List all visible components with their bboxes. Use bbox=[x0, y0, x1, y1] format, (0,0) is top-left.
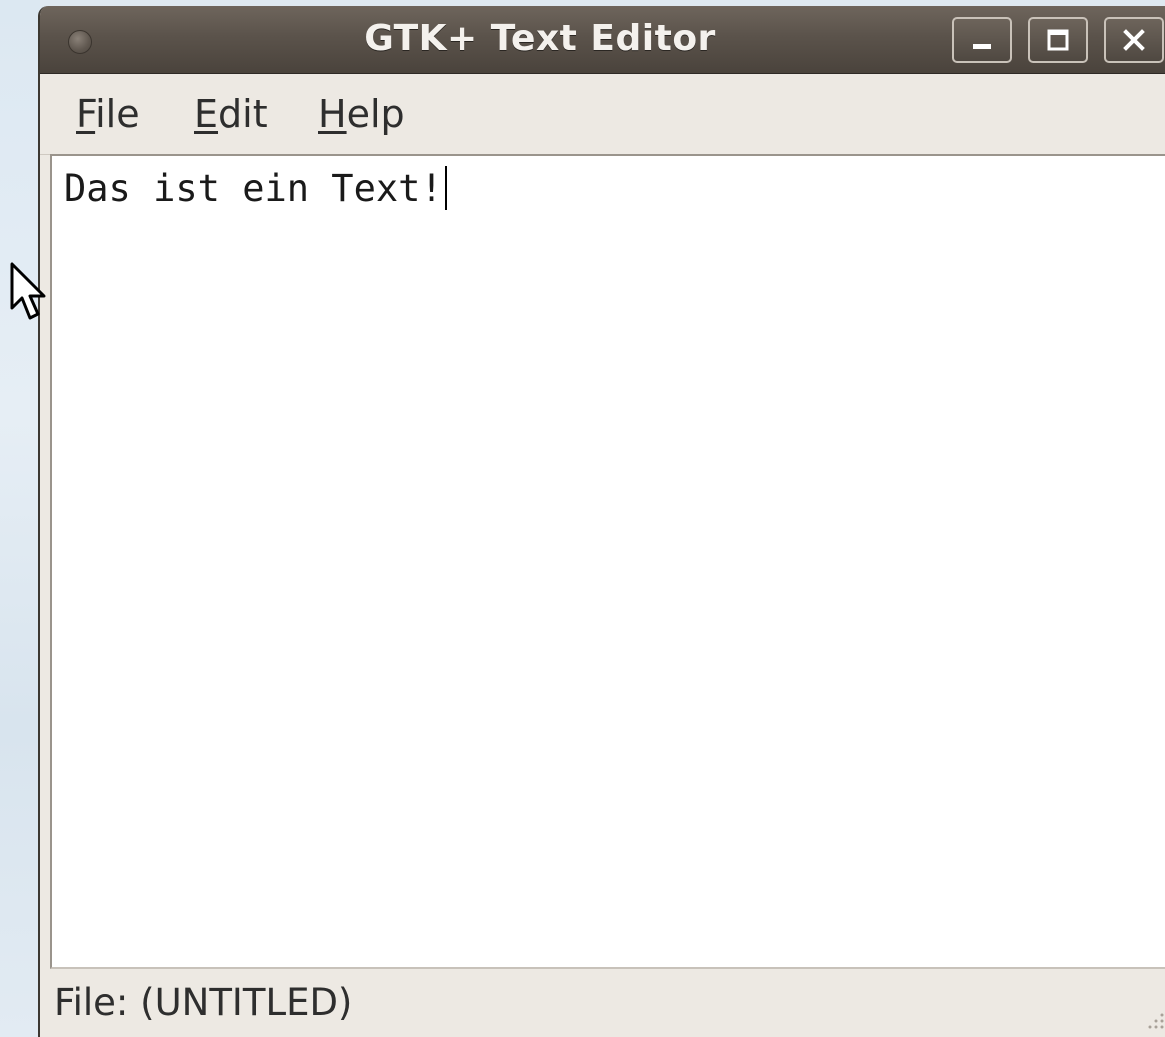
menu-edit-mnemonic: E bbox=[194, 92, 219, 136]
text-caret bbox=[444, 166, 447, 210]
resize-grip-icon[interactable] bbox=[1140, 1007, 1165, 1033]
close-icon bbox=[1123, 29, 1145, 51]
mouse-pointer-icon bbox=[10, 262, 46, 320]
menu-help[interactable]: Help bbox=[312, 92, 411, 136]
menu-edit[interactable]: Edit bbox=[188, 92, 274, 136]
editor-content[interactable]: Das ist ein Text! bbox=[64, 166, 447, 210]
maximize-button[interactable] bbox=[1028, 17, 1088, 63]
menu-help-mnemonic: H bbox=[318, 92, 347, 136]
desktop-background bbox=[0, 0, 40, 1037]
menu-file-label: ile bbox=[95, 92, 140, 136]
menubar: File Edit Help bbox=[40, 74, 1165, 155]
menu-edit-label: dit bbox=[218, 92, 268, 136]
statusbar: File: (UNTITLED) bbox=[40, 971, 1165, 1037]
menu-help-label: elp bbox=[346, 92, 405, 136]
maximize-icon bbox=[1047, 29, 1069, 51]
menu-file[interactable]: File bbox=[70, 92, 146, 136]
editor-text: Das ist ein Text! bbox=[64, 167, 443, 210]
close-button[interactable] bbox=[1104, 17, 1164, 63]
minimize-button[interactable] bbox=[952, 17, 1012, 63]
minimize-icon bbox=[973, 44, 991, 49]
window-titlebar[interactable]: GTK+ Text Editor bbox=[40, 6, 1165, 74]
text-editor-area[interactable]: Das ist ein Text! bbox=[50, 154, 1165, 969]
menu-file-mnemonic: F bbox=[76, 92, 96, 136]
status-file-label: File: (UNTITLED) bbox=[54, 981, 353, 1024]
text-editor-window: GTK+ Text Editor File Edit Help Das ist … bbox=[38, 6, 1165, 1037]
